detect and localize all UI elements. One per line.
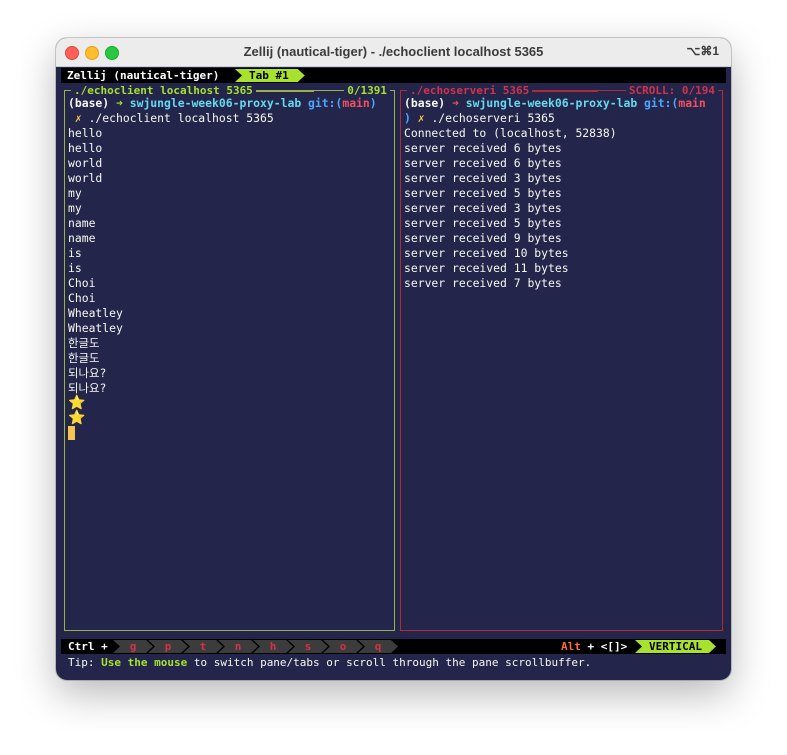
- key-p[interactable]: p: [148, 640, 188, 653]
- output-line: server received 7 bytes: [404, 276, 562, 290]
- prompt-arrow-icon: ➜: [452, 96, 459, 110]
- output-line: name: [68, 216, 96, 230]
- output-line: is: [68, 246, 82, 260]
- output-line: server received 10 bytes: [404, 246, 569, 260]
- tip-line: Tip: Use the mouse to switch pane/tabs o…: [68, 656, 592, 669]
- output-line: server received 9 bytes: [404, 231, 562, 245]
- dirty-mark-icon: ✗: [74, 111, 82, 125]
- output-line: Connected to (localhost, 52838): [404, 126, 617, 140]
- output-line: Choi: [68, 276, 96, 290]
- output-line: world: [68, 171, 103, 185]
- star-icon: ⭐: [68, 410, 86, 426]
- key-t[interactable]: t: [183, 640, 223, 653]
- output-line: server received 3 bytes: [404, 201, 562, 215]
- output-line: Wheatley: [68, 306, 123, 320]
- text-cursor: [68, 426, 75, 440]
- command-line: ✗ ./echoclient localhost 5365: [74, 111, 274, 125]
- key-g[interactable]: g: [113, 640, 153, 653]
- output-line: hello: [68, 141, 103, 155]
- output-line: server received 6 bytes: [404, 141, 562, 155]
- output-line: Choi: [68, 291, 96, 305]
- left-pane-content: (base) ➜ swjungle-week06-proxy-lab git:(…: [68, 96, 394, 441]
- input-line[interactable]: [68, 426, 394, 441]
- output-line: server received 5 bytes: [404, 216, 562, 230]
- output-line: Wheatley: [68, 321, 123, 335]
- output-line: is: [68, 261, 82, 275]
- left-pane-header-rule: [255, 90, 314, 92]
- right-pane-header-rule: [532, 90, 599, 92]
- window-title: Zellij (nautical-tiger) - ./echoclient l…: [243, 44, 544, 59]
- window-shortcut: ⌥⌘1: [686, 44, 719, 58]
- output-line: my: [68, 201, 82, 215]
- prompt-arrow-icon: ➜: [116, 96, 123, 110]
- output-line: my: [68, 186, 82, 200]
- layout-mode[interactable]: VERTICAL: [635, 640, 716, 653]
- key-q[interactable]: q: [358, 640, 398, 653]
- output-line: ⭐: [68, 411, 394, 426]
- session-name: Zellij (nautical-tiger): [67, 69, 220, 82]
- left-pane[interactable]: ./echoclient localhost 5365 0/1391 (base…: [64, 84, 395, 631]
- output-line: hello: [68, 126, 103, 140]
- output-line: server received 3 bytes: [404, 171, 562, 185]
- output-line: 한글도: [68, 336, 100, 350]
- output-line: 되나요?: [68, 381, 107, 395]
- tab-1[interactable]: Tab #1: [235, 69, 305, 82]
- key-s[interactable]: s: [288, 640, 328, 653]
- output-line: 한글도: [68, 351, 100, 365]
- right-pane[interactable]: ./echoserveri 5365 SCROLL: 0/194 (base) …: [400, 84, 723, 631]
- dirty-mark-icon: ✗: [417, 111, 425, 125]
- output-line: server received 11 bytes: [404, 261, 569, 275]
- prompt-line: (base) ➜ swjungle-week06-proxy-lab git:(…: [404, 96, 706, 110]
- zellij-tab-bar: Zellij (nautical-tiger) Tab #1: [61, 68, 726, 83]
- prompt-line: (base) ➜ swjungle-week06-proxy-lab git:(…: [68, 96, 377, 110]
- key-n[interactable]: n: [218, 640, 258, 653]
- key-o[interactable]: o: [323, 640, 363, 653]
- terminal-window: Zellij (nautical-tiger) - ./echoclient l…: [56, 38, 731, 680]
- output-line: server received 6 bytes: [404, 156, 562, 170]
- ctrl-label: Ctrl +: [68, 640, 108, 653]
- output-line: ⭐: [68, 396, 394, 411]
- output-line: world: [68, 156, 103, 170]
- star-icon: ⭐: [68, 395, 86, 411]
- output-line: 되나요?: [68, 366, 107, 380]
- key-h[interactable]: h: [253, 640, 293, 653]
- command-line: ) ✗ ./echoserveri 5365: [404, 111, 555, 125]
- output-line: name: [68, 231, 96, 245]
- zellij-status-bar: Ctrl + g p t n h s o q Alt + <[]> VERTIC…: [61, 639, 726, 654]
- output-line: server received 5 bytes: [404, 186, 562, 200]
- alt-hint: Alt + <[]>: [561, 640, 628, 653]
- title-bar: Zellij (nautical-tiger) - ./echoclient l…: [56, 38, 731, 67]
- right-pane-content: (base) ➜ swjungle-week06-proxy-lab git:(…: [404, 96, 722, 291]
